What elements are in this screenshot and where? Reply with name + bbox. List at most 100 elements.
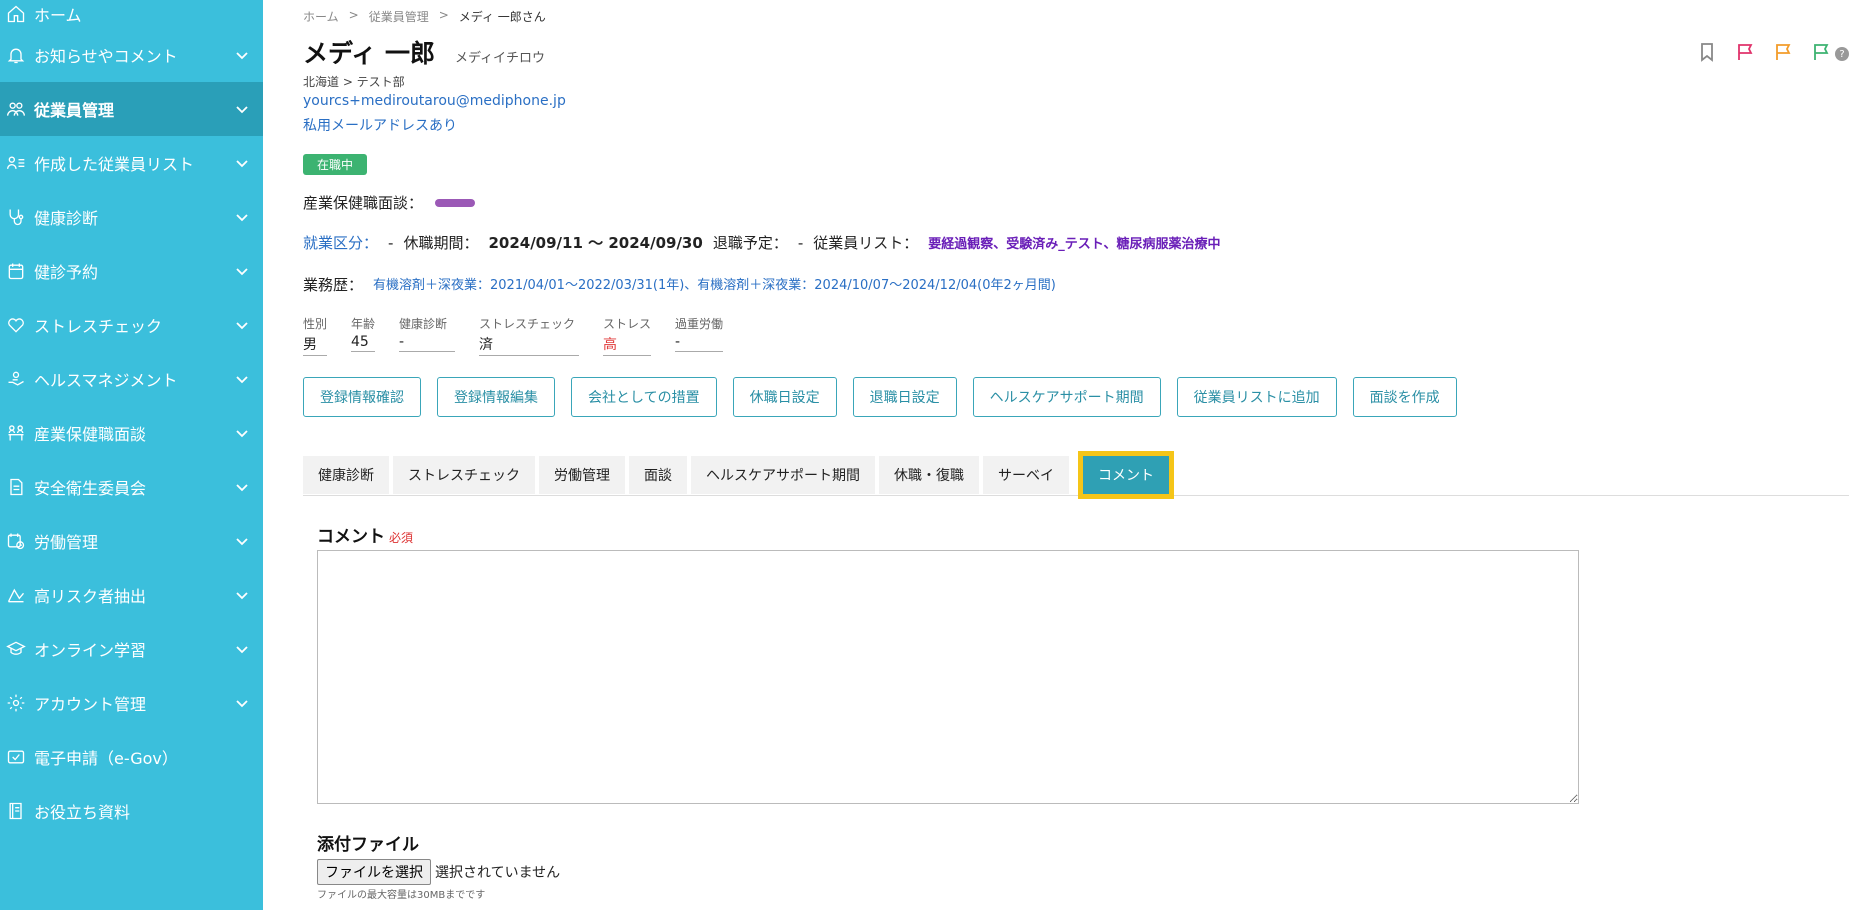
stat-label: 過重労働	[675, 317, 724, 331]
leave-period-value: 2024/09/11 ～ 2024/09/30	[488, 234, 703, 252]
chevron-down-icon	[235, 371, 249, 385]
sidebar-item-labor-management[interactable]: 労働管理	[0, 514, 263, 568]
stethoscope-icon	[4, 205, 28, 229]
bell-icon	[4, 43, 28, 67]
hand-icon	[4, 367, 28, 391]
chevron-down-icon	[235, 695, 249, 709]
sidebar-item-label: 従業員管理	[34, 101, 115, 120]
interview-status: 産業保健職面談：	[303, 192, 476, 213]
sidebar-item-high-risk[interactable]: 高リスク者抽出	[0, 568, 263, 622]
tab-labor[interactable]: 労働管理	[539, 456, 625, 494]
stat-value: 高	[603, 334, 652, 356]
sidebar-item-label: ストレスチェック	[34, 317, 163, 336]
set-leave-date-button[interactable]: 休職日設定	[732, 377, 837, 417]
create-interview-button[interactable]: 面談を作成	[1352, 377, 1457, 417]
bookmark-icon[interactable]	[1697, 42, 1717, 66]
stat-value: 男	[303, 334, 328, 356]
user-list-icon	[4, 151, 28, 175]
stat-stress: ストレス 高	[603, 315, 652, 356]
sidebar-item-health-checkup[interactable]: 健康診断	[0, 190, 263, 244]
calendar-icon	[4, 259, 28, 283]
sidebar-item-home[interactable]: ホーム	[0, 0, 263, 28]
stat-value: -	[675, 334, 724, 352]
tab-interview[interactable]: 面談	[629, 456, 687, 494]
company-measures-button[interactable]: 会社としての措置	[571, 377, 717, 417]
file-input: ファイルを選択 選択されていません	[317, 859, 560, 885]
sidebar-item-notifications[interactable]: お知らせやコメント	[0, 28, 263, 82]
choose-file-button[interactable]: ファイルを選択	[317, 859, 431, 885]
work-history: 業務歴： 有機溶剤＋深夜業：2021/04/01～2022/03/31(1年)、…	[303, 274, 1056, 295]
chevron-down-icon	[235, 209, 249, 223]
employee-email-link[interactable]: yourcs+mediroutarou@mediphone.jp	[303, 93, 566, 109]
private-email-link[interactable]: 私用メールアドレスあり	[303, 115, 457, 135]
stat-value: 45	[351, 334, 376, 352]
breadcrumb-separator: >	[348, 8, 359, 22]
work-history-value[interactable]: 有機溶剤＋深夜業：2021/04/01～2022/03/31(1年)、有機溶剤＋…	[373, 274, 1056, 295]
stat-gender: 性別 男	[303, 315, 328, 356]
sidebar-item-online-learning[interactable]: オンライン学習	[0, 622, 263, 676]
sidebar-item-label: 健康診断	[34, 209, 99, 228]
flag-orange-icon[interactable]	[1773, 42, 1793, 66]
sidebar-item-label: 安全衛生委員会	[34, 479, 147, 498]
sidebar-item-safety-committee[interactable]: 安全衛生委員会	[0, 460, 263, 514]
employment-info: 就業区分： - 休職期間： 2024/09/11 ～ 2024/09/30 退職…	[303, 232, 1221, 253]
heart-icon	[4, 313, 28, 337]
sidebar-item-label: アカウント管理	[34, 695, 147, 714]
tab-health-check[interactable]: 健康診断	[303, 456, 389, 494]
sidebar-item-checkup-reservation[interactable]: 健診予約	[0, 244, 263, 298]
stat-label: 健康診断	[399, 317, 448, 331]
set-retire-date-button[interactable]: 退職日設定	[852, 377, 957, 417]
retire-value: -	[797, 233, 804, 252]
breadcrumb-section[interactable]: 従業員管理	[369, 8, 429, 25]
tab-leave-return[interactable]: 休職・復職	[879, 456, 979, 494]
chevron-down-icon	[235, 263, 249, 277]
breadcrumb-home[interactable]: ホーム	[303, 8, 339, 25]
gear-icon	[4, 691, 28, 715]
tab-stress-check[interactable]: ストレスチェック	[393, 456, 535, 494]
breadcrumb-current: メディ 一郎さん	[458, 10, 546, 24]
view-registration-button[interactable]: 登録情報確認	[303, 377, 421, 417]
sidebar-item-occupational-interview[interactable]: 産業保健職面談	[0, 406, 263, 460]
flag-pink-icon[interactable]	[1735, 42, 1755, 66]
sidebar-item-label: 高リスク者抽出	[34, 587, 147, 606]
sidebar-item-employee-lists[interactable]: 作成した従業員リスト	[0, 136, 263, 190]
sidebar-item-egov[interactable]: 電子申請（e-Gov）	[0, 730, 263, 784]
comment-textarea[interactable]	[317, 550, 1579, 804]
stat-label: ストレス	[603, 317, 652, 331]
risk-icon	[4, 583, 28, 607]
edit-registration-button[interactable]: 登録情報編集	[437, 377, 555, 417]
tab-healthcare-support[interactable]: ヘルスケアサポート期間	[691, 456, 875, 494]
help-icon[interactable]: ?	[1835, 47, 1849, 61]
meeting-icon	[4, 421, 28, 445]
tab-bar: 健康診断 ストレスチェック 労働管理 面談 ヘルスケアサポート期間 休職・復職 …	[303, 451, 1849, 499]
breadcrumb-separator: >	[438, 8, 449, 22]
interview-label: 産業保健職面談：	[303, 194, 424, 212]
users-icon	[4, 97, 28, 121]
sidebar-item-resources[interactable]: お役立ち資料	[0, 784, 263, 838]
chevron-down-icon	[235, 425, 249, 439]
leave-label: 休職期間：	[403, 234, 479, 252]
add-to-list-button[interactable]: 従業員リストに追加	[1176, 377, 1337, 417]
flag-toolbar: ?	[1697, 42, 1849, 66]
sidebar-item-label: オンライン学習	[34, 641, 147, 660]
tab-survey[interactable]: サーベイ	[983, 456, 1069, 494]
employment-type-link[interactable]: 就業区分：	[303, 232, 378, 253]
healthcare-support-button[interactable]: ヘルスケアサポート期間	[972, 377, 1161, 417]
clock-calendar-icon	[4, 529, 28, 553]
stat-overwork: 過重労働 -	[675, 315, 724, 356]
employee-header: メディ 一郎 メディイチロウ	[303, 34, 545, 70]
document-icon	[4, 475, 28, 499]
tab-comment[interactable]: コメント	[1078, 451, 1174, 499]
stat-label: 性別	[303, 317, 328, 331]
status-badge: 在職中	[303, 154, 368, 175]
sidebar-item-health-management[interactable]: ヘルスマネジメント	[0, 352, 263, 406]
sidebar-item-account[interactable]: アカウント管理	[0, 676, 263, 730]
sidebar-item-label: 産業保健職面談	[34, 425, 147, 444]
stat-label: ストレスチェック	[479, 317, 576, 331]
flag-green-icon[interactable]	[1811, 42, 1831, 66]
sidebar-item-stress-check[interactable]: ストレスチェック	[0, 298, 263, 352]
sidebar-item-employees[interactable]: 従業員管理	[0, 82, 263, 136]
main-content: ホーム > 従業員管理 > メディ 一郎さん メディ 一郎 メディイチロウ 北海…	[263, 0, 1867, 910]
comment-label: コメント 必須	[317, 522, 413, 547]
stat-value: 済	[479, 334, 580, 356]
